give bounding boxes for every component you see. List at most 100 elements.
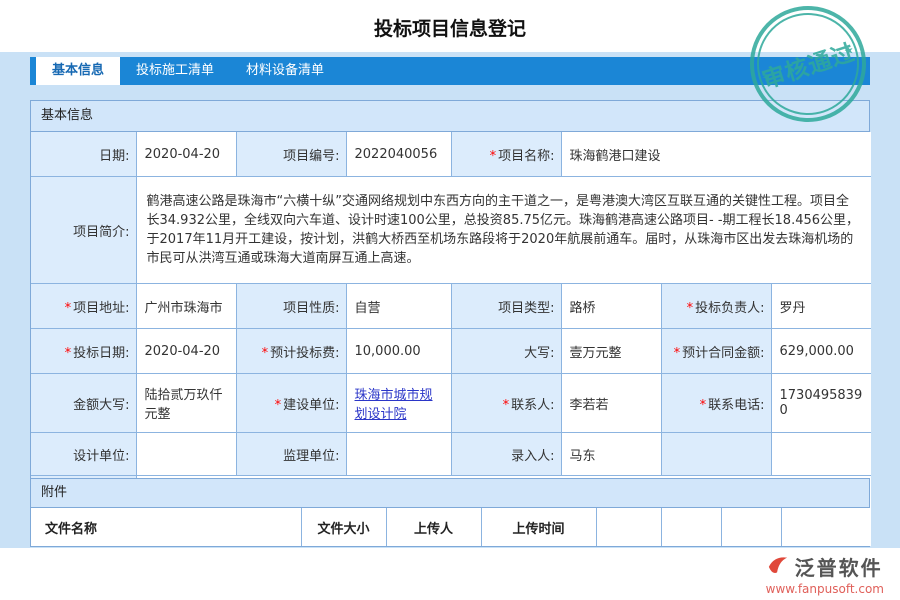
label-text: 投标负责人:: [695, 301, 764, 316]
project-brief-value: 鹤港高速公路是珠海市“六横十纵”交通网络规划中东西方向的主干道之一，是粤港澳大湾…: [136, 177, 871, 284]
attachments-col-filesize: 文件大小: [301, 508, 386, 546]
label-text: 日期:: [99, 149, 129, 164]
label-text: 项目编号:: [283, 149, 339, 164]
label-text: 投标日期:: [73, 346, 129, 361]
recorder-value: 马东: [561, 433, 661, 476]
tab-bar: 基本信息 投标施工清单 材料设备清单: [30, 57, 870, 85]
project-address-value: 广州市珠海市: [136, 284, 236, 329]
required-mark: *: [65, 301, 72, 316]
date-label: 日期:: [31, 132, 136, 177]
tab-basic-info[interactable]: 基本信息: [36, 57, 120, 85]
attachments-col-empty: [781, 508, 871, 546]
construction-unit-link[interactable]: 珠海市城市规划设计院: [355, 388, 433, 422]
fee-caps-label: 大写:: [451, 329, 561, 374]
label-text: 联系电话:: [708, 398, 764, 413]
label-text: 监理单位:: [283, 449, 339, 464]
required-mark: *: [65, 346, 72, 361]
label-text: 录入人:: [511, 449, 554, 464]
project-nature-label: 项目性质:: [236, 284, 346, 329]
label-text: 大写:: [524, 346, 554, 361]
contact-label: *联系人:: [451, 374, 561, 433]
brand-name: 泛普软件: [795, 552, 883, 581]
attachments-section-title: 附件: [31, 479, 869, 508]
tab-bid-construction-list[interactable]: 投标施工清单: [120, 57, 230, 85]
project-no-value: 2022040056: [346, 132, 451, 177]
attachments-col-empty: [596, 508, 661, 546]
tab-material-equipment-list[interactable]: 材料设备清单: [230, 57, 340, 85]
page-title: 投标项目信息登记: [0, 0, 900, 41]
required-mark: *: [687, 301, 694, 316]
required-mark: *: [674, 346, 681, 361]
table-row: 设计单位: 监理单位: 录入人: 马东: [31, 433, 871, 476]
amount-caps-label: 金额大写:: [31, 374, 136, 433]
phone-label: *联系电话:: [661, 374, 771, 433]
fanpu-logo: 泛普软件 www.fanpusoft.com: [766, 552, 884, 596]
empty-value-cell: [771, 433, 871, 476]
project-no-label: 项目编号:: [236, 132, 346, 177]
construction-unit-label: *建设单位:: [236, 374, 346, 433]
fanpu-logo-icon: [766, 554, 790, 580]
contact-value: 李若若: [561, 374, 661, 433]
design-unit-label: 设计单位:: [31, 433, 136, 476]
design-unit-value: [136, 433, 236, 476]
footer: 泛普软件 www.fanpusoft.com: [0, 548, 900, 600]
table-row: *投标日期: 2020-04-20 *预计投标费: 10,000.00 大写: …: [31, 329, 871, 374]
attachments-table: 文件名称 文件大小 上传人 上传时间: [31, 508, 871, 546]
phone-value: 17304958390: [771, 374, 871, 433]
recorder-label: 录入人:: [451, 433, 561, 476]
label-text: 建设单位:: [283, 398, 339, 413]
attachments-col-uploader: 上传人: [386, 508, 481, 546]
basic-info-panel: 基本信息 日期: 2020-04-20 项目编号: 2022040056 *项目…: [30, 100, 870, 517]
basic-info-section-title: 基本信息: [31, 101, 869, 132]
required-mark: *: [275, 398, 282, 413]
bid-leader-value: 罗丹: [771, 284, 871, 329]
attachments-col-empty: [661, 508, 721, 546]
top-header: 投标项目信息登记: [0, 0, 900, 52]
label-text: 预计投标费:: [270, 346, 339, 361]
brand-url: www.fanpusoft.com: [766, 582, 884, 596]
required-mark: *: [490, 149, 497, 164]
attachments-panel: 附件 文件名称 文件大小 上传人 上传时间: [30, 478, 870, 547]
basic-info-table: 日期: 2020-04-20 项目编号: 2022040056 *项目名称: 珠…: [31, 132, 871, 516]
label-text: 设计单位:: [73, 449, 129, 464]
attachments-col-filename: 文件名称: [31, 508, 301, 546]
est-bid-fee-label: *预计投标费:: [236, 329, 346, 374]
table-row: 金额大写: 陆拾贰万玖仟元整 *建设单位: 珠海市城市规划设计院 *联系人: 李…: [31, 374, 871, 433]
label-text: 金额大写:: [73, 398, 129, 413]
bid-date-label: *投标日期:: [31, 329, 136, 374]
supervision-unit-label: 监理单位:: [236, 433, 346, 476]
est-contract-amount-label: *预计合同金额:: [661, 329, 771, 374]
required-mark: *: [700, 398, 707, 413]
project-type-value: 路桥: [561, 284, 661, 329]
label-text: 联系人:: [511, 398, 554, 413]
bid-date-value: 2020-04-20: [136, 329, 236, 374]
project-name-value: 珠海鹤港口建设: [561, 132, 871, 177]
required-mark: *: [503, 398, 510, 413]
empty-label-cell: [661, 433, 771, 476]
project-name-label: *项目名称:: [451, 132, 561, 177]
project-address-label: *项目地址:: [31, 284, 136, 329]
fee-caps-value: 壹万元整: [561, 329, 661, 374]
project-nature-value: 自营: [346, 284, 451, 329]
label-text: 项目性质:: [283, 301, 339, 316]
amount-caps-value: 陆拾贰万玖仟元整: [136, 374, 236, 433]
project-brief-label: 项目简介:: [31, 177, 136, 284]
label-text: 项目简介:: [73, 225, 129, 240]
table-row: *项目地址: 广州市珠海市 项目性质: 自营 项目类型: 路桥 *投标负责人: …: [31, 284, 871, 329]
table-row: 项目简介: 鹤港高速公路是珠海市“六横十纵”交通网络规划中东西方向的主干道之一，…: [31, 177, 871, 284]
supervision-unit-value: [346, 433, 451, 476]
attachments-header-row: 文件名称 文件大小 上传人 上传时间: [31, 508, 871, 546]
attachments-col-uploadtime: 上传时间: [481, 508, 596, 546]
attachments-col-empty: [721, 508, 781, 546]
required-mark: *: [262, 346, 269, 361]
label-text: 项目名称:: [498, 149, 554, 164]
label-text: 项目地址:: [73, 301, 129, 316]
construction-unit-value: 珠海市城市规划设计院: [346, 374, 451, 433]
brand-row: 泛普软件: [766, 552, 884, 581]
est-bid-fee-value: 10,000.00: [346, 329, 451, 374]
table-row: 日期: 2020-04-20 项目编号: 2022040056 *项目名称: 珠…: [31, 132, 871, 177]
bid-leader-label: *投标负责人:: [661, 284, 771, 329]
est-contract-amount-value: 629,000.00: [771, 329, 871, 374]
label-text: 预计合同金额:: [682, 346, 764, 361]
project-type-label: 项目类型:: [451, 284, 561, 329]
